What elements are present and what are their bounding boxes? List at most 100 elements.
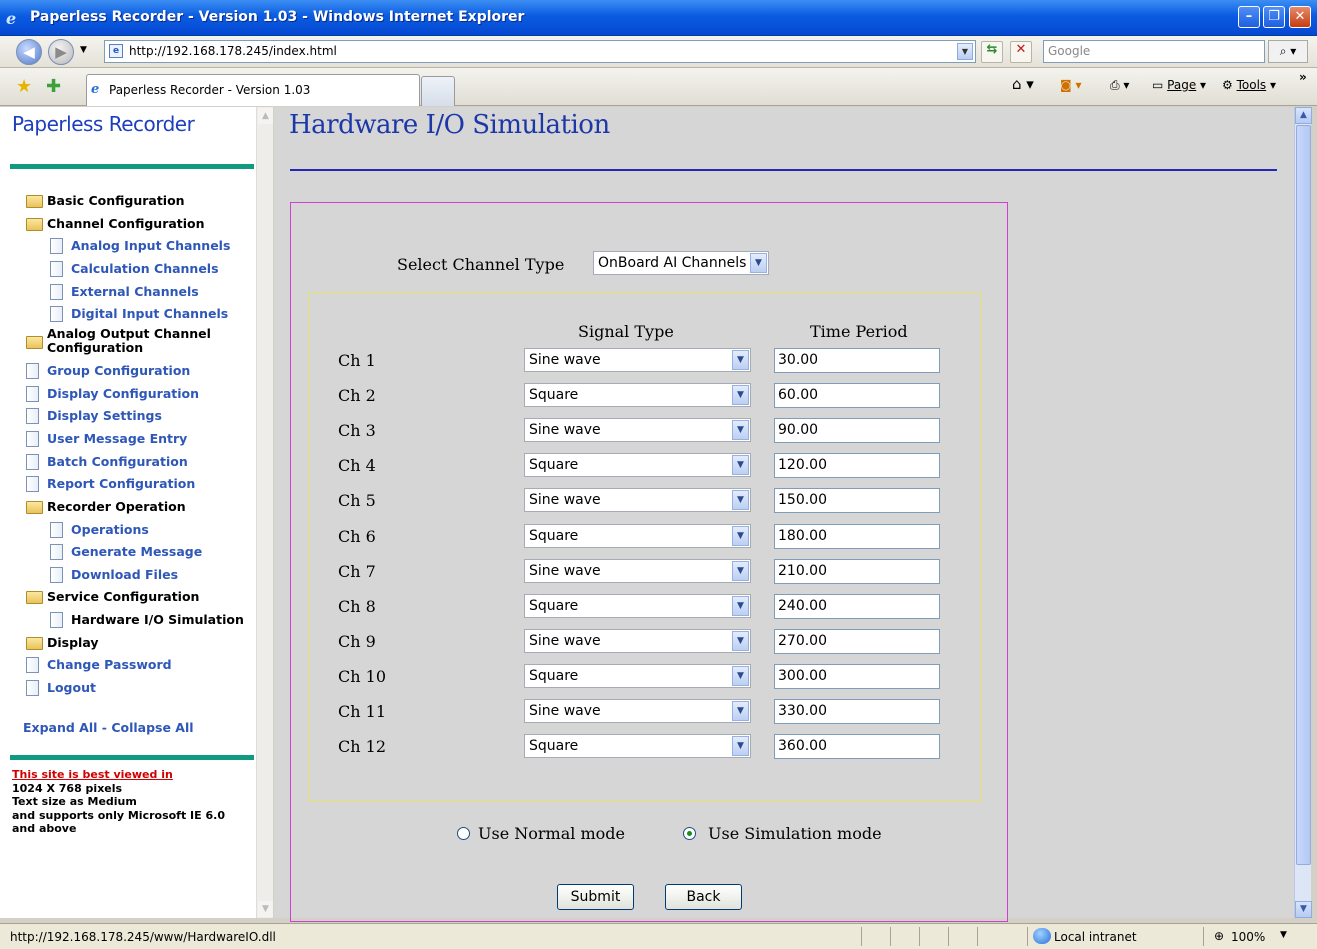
- channel-label: Ch 11: [338, 702, 386, 721]
- channel-type-value: OnBoard AI Channels: [598, 255, 747, 271]
- signal-type-select[interactable]: Square ▼: [524, 523, 751, 548]
- zoom-dropdown-icon[interactable]: ▼: [1280, 930, 1287, 940]
- content-scrollbar[interactable]: ▲ ▼: [1294, 107, 1312, 918]
- folder-open-icon: [26, 218, 43, 231]
- normal-mode-radio[interactable]: [457, 827, 470, 840]
- signal-type-select[interactable]: Sine wave ▼: [524, 699, 751, 723]
- time-period-input[interactable]: 30.00: [774, 348, 940, 373]
- signal-type-value: Sine wave: [529, 352, 601, 368]
- favorites-star-icon[interactable]: ★: [16, 76, 32, 97]
- signal-type-select[interactable]: Sine wave ▼: [524, 418, 751, 443]
- history-dropdown-icon[interactable]: ▼: [80, 45, 87, 55]
- new-tab-button[interactable]: [421, 76, 455, 106]
- submit-button[interactable]: Submit: [557, 884, 634, 910]
- divider: [890, 927, 891, 946]
- signal-type-value: Sine wave: [529, 492, 601, 509]
- zoom-level[interactable]: 100%: [1231, 930, 1265, 944]
- maximize-button[interactable]: ❐: [1263, 6, 1285, 28]
- status-bar: http://192.168.178.245/www/HardwareIO.dl…: [0, 923, 1317, 949]
- tab-toolbar: ★ ✚ e Paperless Recorder - Version 1.03 …: [0, 68, 1317, 106]
- sidebar-item-label: Operations: [71, 522, 149, 537]
- signal-type-select[interactable]: Square ▼: [524, 734, 751, 759]
- signal-type-value: Square: [529, 667, 579, 684]
- time-period-input[interactable]: 300.00: [774, 663, 940, 689]
- note-line: and above: [12, 822, 77, 835]
- status-url: http://192.168.178.245/www/HardwareIO.dl…: [10, 930, 276, 944]
- time-period-header: Time Period: [810, 322, 908, 341]
- signal-type-select[interactable]: Square ▼: [524, 453, 751, 478]
- signal-type-header: Signal Type: [578, 322, 674, 341]
- document-icon: [26, 408, 39, 424]
- time-period-input[interactable]: 120.00: [774, 453, 940, 479]
- sidebar-item-label: Recorder Operation: [47, 499, 186, 514]
- time-period-input[interactable]: 360.00: [774, 734, 940, 760]
- sidebar-item-label: Change Password: [47, 657, 172, 672]
- chevron-down-icon: ▼: [732, 701, 749, 721]
- add-favorite-icon[interactable]: ✚: [46, 76, 61, 97]
- chevron-down-icon: ▼: [732, 420, 749, 441]
- time-period-input[interactable]: 330.00: [774, 699, 940, 724]
- scroll-thumb[interactable]: [1296, 125, 1311, 865]
- time-period-input[interactable]: 240.00: [774, 593, 940, 619]
- note-link[interactable]: This site is best viewed in: [12, 768, 173, 781]
- back-button[interactable]: Back: [665, 884, 742, 910]
- gear-icon: ⚙: [1222, 78, 1233, 92]
- back-nav-button[interactable]: ◀: [16, 39, 42, 65]
- sidebar-item-label: Display: [47, 635, 99, 650]
- signal-type-select[interactable]: Square ▼: [524, 593, 751, 618]
- tab-paperless-recorder[interactable]: e Paperless Recorder - Version 1.03: [86, 74, 420, 106]
- sidebar-item-label: Analog Input Channels: [71, 238, 231, 253]
- minimize-button[interactable]: –: [1238, 6, 1260, 28]
- signal-type-select[interactable]: Sine wave ▼: [524, 488, 751, 513]
- security-zone: Local intranet: [1054, 930, 1137, 944]
- close-button[interactable]: ✕: [1289, 6, 1311, 28]
- time-period-input[interactable]: 90.00: [774, 418, 940, 444]
- sidebar-item-label: User Message Entry: [47, 431, 188, 446]
- app-title: Paperless Recorder: [12, 112, 195, 136]
- time-period-input[interactable]: 180.00: [774, 523, 940, 549]
- feeds-icon[interactable]: ◙ ▾: [1060, 78, 1081, 92]
- expand-collapse-link[interactable]: Expand All - Collapse All: [23, 720, 194, 735]
- scroll-up-icon[interactable]: ▲: [1295, 107, 1312, 124]
- nav-scrollbar[interactable]: ▲ ▼: [256, 107, 273, 918]
- time-period-input[interactable]: 60.00: [774, 383, 940, 409]
- divider: [861, 927, 862, 946]
- chevron-down-icon: ▼: [732, 455, 749, 476]
- time-period-input[interactable]: 210.00: [774, 558, 940, 584]
- page-menu[interactable]: ▭ Page ▾: [1152, 78, 1206, 92]
- address-dropdown-icon[interactable]: ▼: [957, 43, 973, 60]
- document-icon: [26, 431, 39, 447]
- time-period-input[interactable]: 270.00: [774, 628, 940, 654]
- forward-nav-button[interactable]: ▶: [48, 39, 74, 65]
- divider: [1027, 927, 1028, 946]
- signal-type-value: Sine wave: [529, 422, 601, 439]
- signal-type-value: Sine wave: [529, 632, 601, 649]
- search-button[interactable]: ⌕ ▾: [1268, 40, 1308, 63]
- scroll-down-icon[interactable]: ▼: [258, 901, 273, 917]
- scroll-up-icon[interactable]: ▲: [258, 108, 273, 124]
- stop-icon[interactable]: ✕: [1010, 41, 1032, 63]
- channel-type-select[interactable]: OnBoard AI Channels ▼: [593, 251, 769, 275]
- home-icon[interactable]: ⌂ ▾: [1012, 75, 1034, 93]
- simulation-mode-radio[interactable]: [683, 827, 696, 840]
- search-input[interactable]: Google: [1043, 40, 1265, 63]
- signal-type-select[interactable]: Square ▼: [524, 663, 751, 688]
- address-field[interactable]: e http://192.168.178.245/index.html ▼: [104, 40, 976, 63]
- document-icon: [50, 612, 63, 628]
- scroll-down-icon[interactable]: ▼: [1295, 901, 1312, 918]
- signal-type-select[interactable]: Square ▼: [524, 383, 751, 408]
- window-title: Paperless Recorder - Version 1.03 - Wind…: [30, 9, 525, 25]
- signal-type-select[interactable]: Sine wave ▼: [524, 628, 751, 653]
- note-line: 1024 X 768 pixels: [12, 781, 123, 795]
- signal-type-select[interactable]: Sine wave ▼: [524, 348, 751, 372]
- refresh-icon[interactable]: ⇆: [981, 41, 1003, 63]
- print-icon[interactable]: ⎙ ▾: [1110, 78, 1129, 93]
- time-period-input[interactable]: 150.00: [774, 488, 940, 514]
- page-icon: e: [109, 44, 123, 58]
- sidebar-item-label: Basic Configuration: [47, 193, 185, 208]
- divider: [977, 927, 978, 946]
- chevron-more-icon[interactable]: »: [1299, 70, 1307, 84]
- tools-menu[interactable]: ⚙ Tools ▾: [1222, 78, 1276, 92]
- signal-type-select[interactable]: Sine wave ▼: [524, 558, 751, 583]
- document-icon: [26, 363, 39, 379]
